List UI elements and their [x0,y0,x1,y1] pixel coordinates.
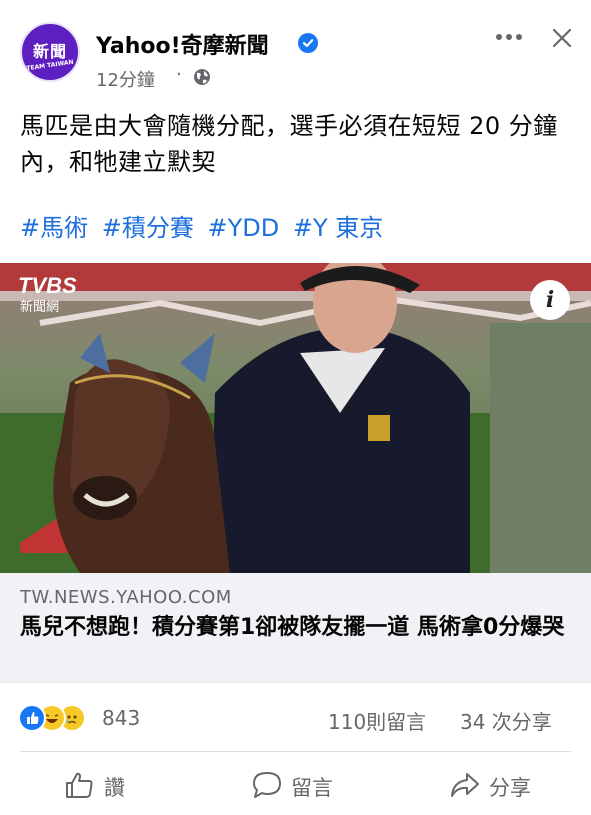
equestrian-photo: TVBS 新聞網 [0,263,591,573]
like-label: 讚 [104,776,125,800]
close-icon[interactable] [551,27,573,49]
reaction-count[interactable]: 843 [102,706,140,730]
post-header: 新聞 TEAM TAIWAN Yahoo!奇摩新聞 12分鐘 · [0,0,591,100]
share-button[interactable]: 分享 [449,768,549,804]
like-icon [18,704,46,732]
divider [20,751,571,752]
post-image[interactable]: TVBS 新聞網 [0,263,591,573]
hashtag-link[interactable]: #積分賽 [102,214,194,242]
verified-badge-icon [298,33,318,53]
like-button[interactable]: 讚 [64,768,154,804]
watermark-logo: TVBS [18,273,77,298]
reaction-icons[interactable] [18,704,108,734]
globe-icon [194,69,210,85]
watermark-subtitle: 新聞網 [20,299,59,315]
hashtag-link[interactable]: #Y 東京 [293,214,383,242]
share-arrow-icon [451,773,479,797]
comment-label: 留言 [291,776,333,800]
link-title[interactable]: 馬兒不想跑！積分賽第1卻被隊友擺一道 馬術拿0分爆哭 [20,612,570,644]
page-name[interactable]: Yahoo!奇摩新聞 [96,28,269,60]
post-body-text: 馬匹是由大會隨機分配，選手必須在短短 20 分鐘內，和牠建立默契 [20,112,558,176]
share-label: 分享 [489,776,531,800]
info-icon[interactable]: i [530,280,570,320]
hashtag-list: #馬術 #積分賽 #YDD #Y 東京 [20,210,389,246]
comment-button[interactable]: 留言 [251,768,351,804]
comment-count[interactable]: 110則留言 [328,706,426,735]
more-options-icon[interactable] [494,28,524,46]
hashtag-link[interactable]: #YDD [208,214,280,242]
share-count[interactable]: 34 次分享 [460,706,552,735]
page-avatar[interactable]: 新聞 TEAM TAIWAN [20,22,80,82]
comment-bubble-icon [253,772,281,798]
thumbs-up-icon [66,772,93,798]
timestamp-separator: · [176,64,182,85]
link-domain: TW.NEWS.YAHOO.COM [20,587,232,608]
post-timestamp[interactable]: 12分鐘 [96,66,155,92]
hashtag-link[interactable]: #馬術 [20,214,88,242]
